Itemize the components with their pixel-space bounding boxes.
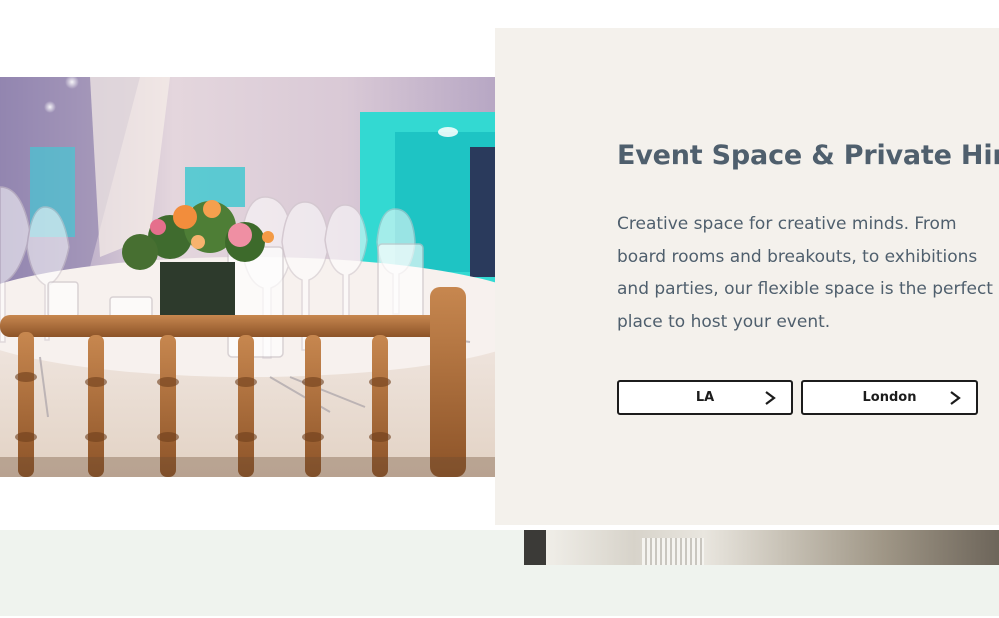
la-button-label: LA bbox=[695, 390, 715, 405]
page: Event Space & Private Hire Creative spac… bbox=[0, 0, 999, 618]
london-button[interactable]: London bbox=[801, 380, 978, 415]
event-space-title: Event Space & Private Hire bbox=[617, 140, 999, 171]
chevron-right-icon bbox=[950, 391, 961, 405]
event-space-card: Event Space & Private Hire Creative spac… bbox=[495, 28, 999, 525]
event-table-photo bbox=[0, 77, 495, 477]
air-vent-detail bbox=[642, 538, 704, 565]
event-space-description: Creative space for creative minds. From … bbox=[617, 214, 993, 332]
london-button-label: London bbox=[862, 390, 917, 405]
la-button[interactable]: LA bbox=[617, 380, 793, 415]
chevron-right-icon bbox=[765, 391, 776, 405]
next-section-image bbox=[524, 530, 999, 565]
